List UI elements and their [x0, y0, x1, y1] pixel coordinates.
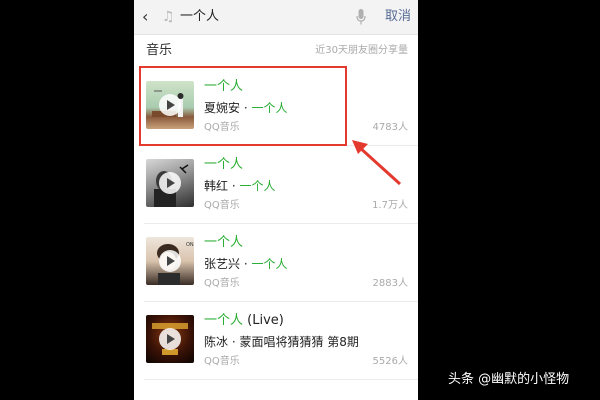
- artist-name: 韩红: [204, 179, 229, 193]
- play-icon[interactable]: [159, 250, 181, 272]
- share-count: 4783人: [372, 122, 408, 133]
- section-title: 音乐: [146, 43, 173, 58]
- wechat-search-screen: ‹ ♫ 一个人 取消 音乐 近30天朋友圈分享量 一个人 夏婉安 · 一个人 Q…: [134, 0, 418, 400]
- album-name: 蒙面唱将猜猜猜 第8期: [239, 335, 359, 349]
- result-row[interactable]: ON 一个人 张艺兴 · 一个人 QQ音乐 2883人: [134, 224, 418, 302]
- artist-line: 张艺兴 · 一个人: [204, 257, 288, 271]
- source-label: QQ音乐: [204, 278, 240, 289]
- highlight-annotation: [139, 66, 347, 146]
- cancel-button[interactable]: 取消: [385, 7, 411, 27]
- watermark: 头条 @幽默的小怪物: [448, 372, 570, 387]
- search-input[interactable]: 一个人: [180, 7, 219, 27]
- chevron-left-icon[interactable]: ‹: [142, 8, 156, 26]
- album-cover[interactable]: ON: [146, 237, 194, 285]
- song-title: 一个人 (Live): [204, 313, 284, 328]
- svg-text:ON: ON: [186, 242, 194, 248]
- song-title: 一个人: [204, 235, 244, 250]
- artist-line: 韩红 · 一个人: [204, 179, 276, 193]
- microphone-icon[interactable]: [356, 9, 366, 25]
- music-note-icon: ♫: [162, 9, 175, 25]
- share-count: 5526人: [372, 356, 408, 367]
- search-bar: ‹ ♫ 一个人 取消: [134, 0, 418, 35]
- artist-name: 张艺兴: [204, 257, 241, 271]
- annotation-arrow-icon: [352, 140, 402, 186]
- result-row-partial: [134, 380, 418, 400]
- album-cover[interactable]: [146, 159, 194, 207]
- share-count: 1.7万人: [372, 200, 408, 211]
- album-name: 一个人: [239, 179, 276, 193]
- source-label: QQ音乐: [204, 356, 240, 367]
- play-icon[interactable]: [159, 172, 181, 194]
- album-name: 一个人: [251, 257, 288, 271]
- share-count: 2883人: [372, 278, 408, 289]
- artist-line: 陈冰 · 蒙面唱将猜猜猜 第8期: [204, 335, 359, 349]
- song-title: 一个人: [204, 157, 244, 172]
- section-note: 近30天朋友圈分享量: [315, 45, 408, 56]
- artist-name: 陈冰: [204, 335, 229, 349]
- result-row[interactable]: 一个人 (Live) 陈冰 · 蒙面唱将猜猜猜 第8期 QQ音乐 5526人: [134, 302, 418, 380]
- source-label: QQ音乐: [204, 200, 240, 211]
- play-icon[interactable]: [159, 328, 181, 350]
- album-cover[interactable]: [146, 315, 194, 363]
